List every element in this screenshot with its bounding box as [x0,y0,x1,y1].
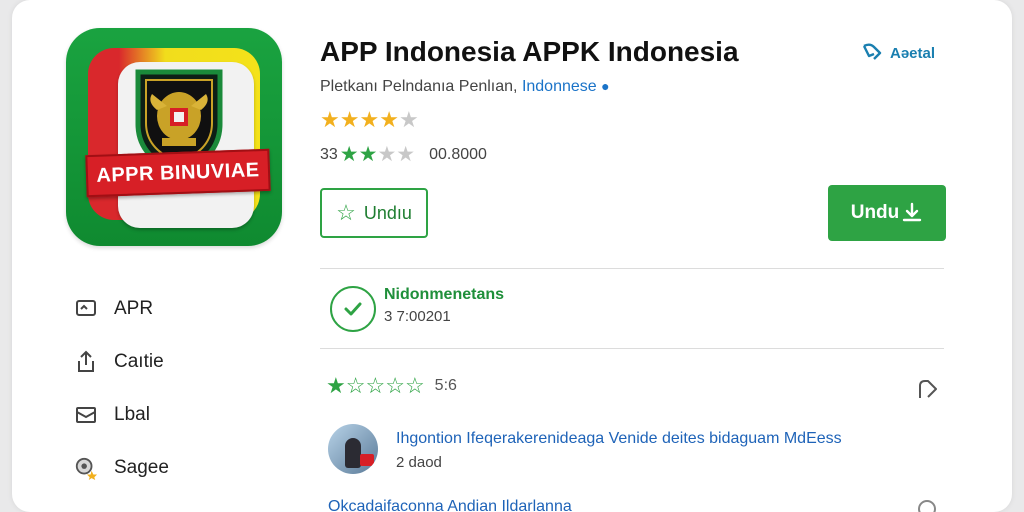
star-outline-icon: ☆ [365,373,386,398]
menu-item-apr[interactable]: APR [74,282,274,335]
install-button[interactable]: Undu [828,185,946,241]
message-icon [74,297,98,321]
star-filled-icon: ★ [320,107,340,132]
star-filled-icon: ★ [339,143,359,166]
verified-check-icon [330,286,376,332]
side-menu: APR Caıtie Lbal Sagee [74,282,274,494]
verified-dev-icon: ● [601,78,610,94]
star-filled-icon: ★ [326,373,346,398]
downloads-count: 00.8000 [429,146,487,163]
reviews-count: 5:6 [434,377,457,394]
divider [320,268,944,269]
avatar-figure [345,438,361,468]
app-category: Pletkanı Pelndanıa Penlıan, [320,78,518,95]
app-icon-banner: APPR BINUVIAE [85,148,271,198]
menu-item-share[interactable]: Caıtie [74,335,274,388]
menu-item-mail[interactable]: Lbal [74,388,274,441]
more-icon[interactable] [918,500,936,512]
divider [320,348,944,349]
share-icon [862,43,882,60]
review-text[interactable]: Okcadaifaconna Andian Ildarlanna [328,498,572,512]
verified-subtitle: 3 7:00201 [384,308,451,325]
app-subtitle: Pletkanı Pelndanıa Penlıan, Indonnese ● [320,78,610,96]
app-icon: APPR BINUVIAE [66,28,282,246]
install-label: Undu [850,202,900,223]
star-filled-icon: ★ [359,107,380,132]
star-outline-icon: ☆ [345,373,366,398]
avatar-badge-icon [360,454,374,466]
star-filled-icon: ★ [379,107,399,132]
share-label: Aəetal [890,44,936,62]
menu-label: Sagee [114,456,169,478]
star-filled-icon: ★ [358,143,378,166]
star-empty-icon: ★ [377,143,397,166]
review-text[interactable]: Ihgontion Ifeqerakerenideaga Venide deit… [396,430,842,448]
wishlist-label: Undıu [363,202,412,223]
menu-label: Caıtie [114,350,164,372]
mail-icon [74,403,98,427]
rating-stars: ★ ★ ★ ★ ★ [320,108,419,132]
review-meta: 2 daod [396,454,442,471]
wishlist-button[interactable]: ☆ Undıu [320,188,428,238]
app-title: APP Indonesia APPK Indonesia [320,36,739,67]
rating-count: 33 [320,146,338,163]
menu-item-badge[interactable]: Sagee [74,441,274,494]
share-button[interactable]: Aəetal [860,42,935,64]
star-empty-icon: ★ [396,143,416,166]
chevron-right-icon[interactable] [914,376,940,402]
star-outline-icon: ☆ [336,200,356,225]
menu-label: APR [114,297,154,319]
developer-link[interactable]: Indonnese [522,78,597,95]
download-icon [903,202,922,222]
verified-title: Nidonmenetans [384,286,505,303]
share-icon [74,350,98,374]
rating-detail-row: 33 ★ ★ ★ ★ 00.8000 [320,143,487,167]
star-outline-icon: ☆ [385,373,405,398]
star-empty-icon: ★ [398,107,419,132]
app-store-card: APPR BINUVIAE APP Indonesia APPK Indones… [12,0,1012,512]
menu-label: Lbal [114,403,150,425]
reviewer-avatar [328,424,378,474]
reviews-rating-row[interactable]: ★ ☆ ☆ ☆ ☆ 5:6 [326,374,457,398]
star-filled-icon: ★ [339,107,360,132]
badge-icon [74,456,98,480]
star-outline-icon: ☆ [404,373,425,398]
